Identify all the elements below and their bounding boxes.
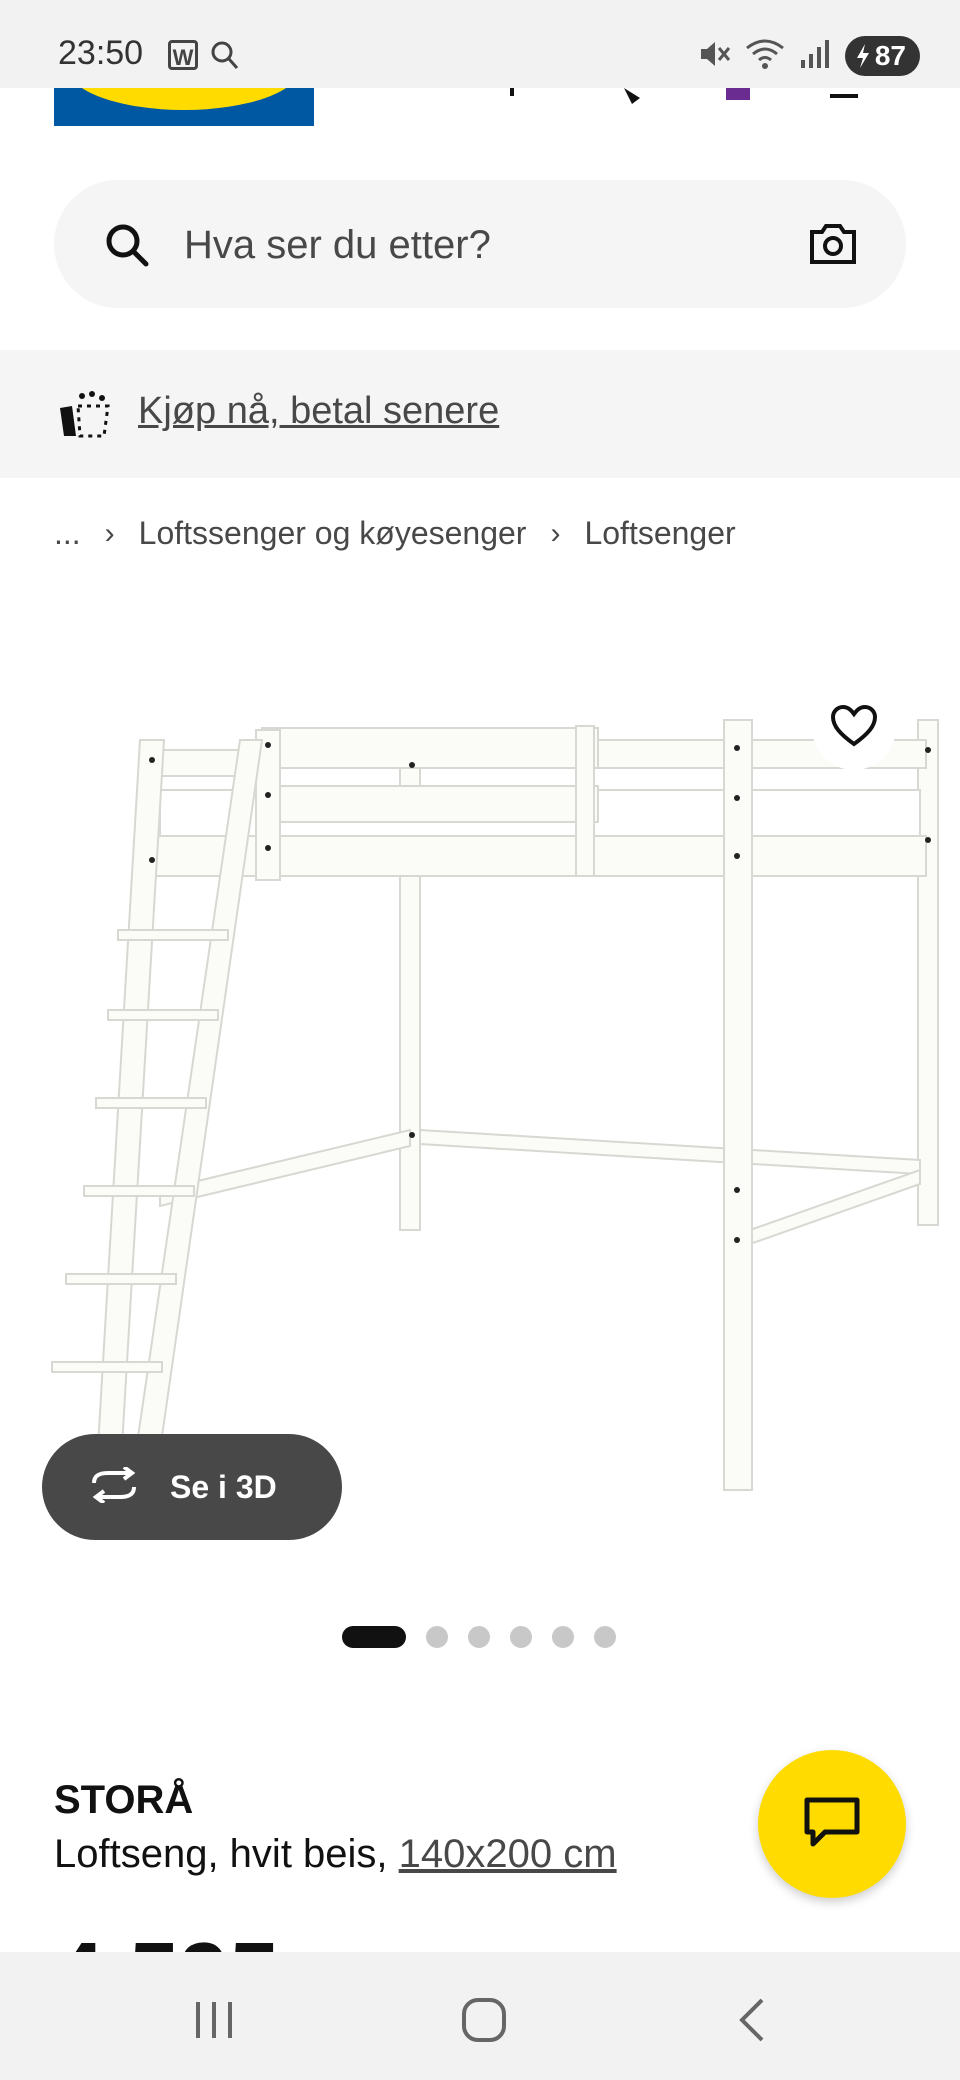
carousel-dot-3[interactable] <box>468 1626 490 1648</box>
home-icon[interactable] <box>460 1996 508 2049</box>
search-icon[interactable] <box>104 222 150 273</box>
chevron-right-icon: › <box>104 516 115 550</box>
carousel-dots[interactable] <box>342 1626 616 1648</box>
status-search-icon <box>210 40 240 77</box>
carousel-dot-1[interactable] <box>342 1626 406 1648</box>
status-bar: 23:50 W 87 <box>0 0 960 88</box>
breadcrumb: ... › Loftssenger og køyesenger › Loftse… <box>54 515 736 552</box>
heart-icon <box>830 704 878 753</box>
recent-apps-icon[interactable] <box>194 1998 238 2047</box>
system-nav-bar <box>0 1952 960 2080</box>
chat-button[interactable] <box>758 1750 906 1898</box>
breadcrumb-item-loft-beds[interactable]: Loftsenger <box>584 515 735 552</box>
product-description-text: Loftseng, hvit beis, <box>54 1832 388 1876</box>
view-3d-label: Se i 3D <box>170 1468 277 1505</box>
status-time: 23:50 <box>58 34 144 72</box>
product-description: Loftseng, hvit beis, 140x200 cm <box>54 1832 617 1877</box>
battery-icon: 87 <box>844 36 920 76</box>
product-name: STORÅ <box>54 1778 194 1822</box>
view-3d-button[interactable]: Se i 3D <box>42 1434 342 1540</box>
search-bar[interactable] <box>54 180 906 308</box>
favorite-button[interactable] <box>812 686 896 770</box>
pay-later-icon <box>58 390 114 445</box>
notification-w-icon: W <box>168 40 198 70</box>
chevron-right-icon: › <box>550 516 561 550</box>
mute-icon <box>697 38 731 75</box>
signal-icon <box>799 38 831 75</box>
status-icons: 87 <box>697 36 920 76</box>
rotate-3d-icon <box>86 1464 142 1508</box>
carousel-dot-5[interactable] <box>552 1626 574 1648</box>
search-input[interactable] <box>182 210 746 280</box>
pay-later-link[interactable]: Kjøp nå, betal senere <box>138 390 499 433</box>
promo-banner: Kjøp nå, betal senere <box>0 350 960 478</box>
breadcrumb-item-loft-bunk-beds[interactable]: Loftssenger og køyesenger <box>139 515 527 552</box>
carousel-dot-6[interactable] <box>594 1626 616 1648</box>
camera-icon[interactable] <box>808 222 858 271</box>
back-icon[interactable] <box>736 1996 768 2049</box>
wifi-icon <box>745 38 785 75</box>
carousel-dot-2[interactable] <box>426 1626 448 1648</box>
chat-icon <box>803 1796 861 1853</box>
carousel-dot-4[interactable] <box>510 1626 532 1648</box>
breadcrumb-ellipsis[interactable]: ... <box>54 515 81 552</box>
product-size-link[interactable]: 140x200 cm <box>399 1832 617 1876</box>
battery-level: 87 <box>874 40 906 71</box>
header-icons <box>500 88 900 113</box>
